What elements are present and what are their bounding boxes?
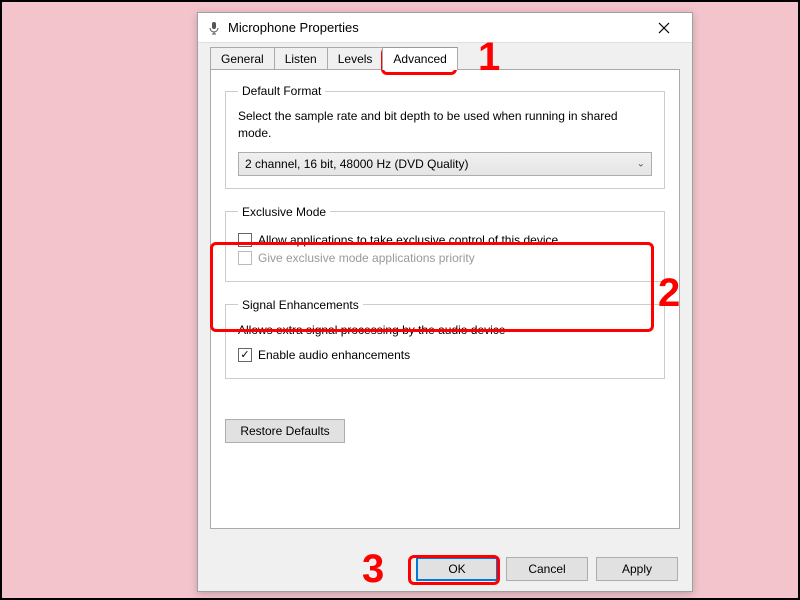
tab-general[interactable]: General bbox=[210, 47, 275, 70]
chevron-down-icon: ⌄ bbox=[637, 158, 645, 169]
signal-enhancements-description: Allows extra signal processing by the au… bbox=[238, 322, 652, 339]
checkbox-row-enable-enhancements[interactable]: ✓ Enable audio enhancements bbox=[238, 348, 652, 362]
format-dropdown[interactable]: 2 channel, 16 bit, 48000 Hz (DVD Quality… bbox=[238, 152, 652, 176]
close-button[interactable] bbox=[644, 14, 684, 42]
restore-defaults-button[interactable]: Restore Defaults bbox=[225, 419, 345, 443]
group-legend-exclusive-mode: Exclusive Mode bbox=[238, 205, 330, 219]
cancel-button[interactable]: Cancel bbox=[506, 557, 588, 581]
checkbox-allow-exclusive[interactable] bbox=[238, 233, 252, 247]
checkbox-label-priority: Give exclusive mode applications priorit… bbox=[258, 251, 475, 265]
group-default-format: Default Format Select the sample rate an… bbox=[225, 84, 665, 189]
checkbox-row-priority: Give exclusive mode applications priorit… bbox=[238, 251, 652, 265]
microphone-properties-dialog: Microphone Properties General Listen Lev… bbox=[197, 12, 693, 592]
ok-button[interactable]: OK bbox=[416, 557, 498, 581]
dialog-button-row: OK Cancel Apply bbox=[416, 557, 678, 581]
window-title: Microphone Properties bbox=[228, 20, 644, 35]
titlebar: Microphone Properties bbox=[198, 13, 692, 43]
default-format-description: Select the sample rate and bit depth to … bbox=[238, 108, 652, 142]
annotation-number-3: 3 bbox=[362, 547, 384, 592]
tab-levels[interactable]: Levels bbox=[327, 47, 384, 70]
checkbox-label-allow-exclusive: Allow applications to take exclusive con… bbox=[258, 233, 558, 247]
group-exclusive-mode: Exclusive Mode Allow applications to tak… bbox=[225, 205, 665, 282]
tab-advanced[interactable]: Advanced bbox=[382, 47, 457, 70]
group-legend-signal-enhancements: Signal Enhancements bbox=[238, 298, 363, 312]
checkbox-enable-enhancements[interactable]: ✓ bbox=[238, 348, 252, 362]
checkbox-label-enable-enhancements: Enable audio enhancements bbox=[258, 348, 410, 362]
tab-strip: General Listen Levels Advanced bbox=[198, 43, 692, 70]
close-icon bbox=[658, 22, 670, 34]
tab-listen[interactable]: Listen bbox=[274, 47, 328, 70]
checkbox-row-allow-exclusive[interactable]: Allow applications to take exclusive con… bbox=[238, 233, 652, 247]
group-legend-default-format: Default Format bbox=[238, 84, 325, 98]
checkbox-priority bbox=[238, 251, 252, 265]
format-dropdown-value: 2 channel, 16 bit, 48000 Hz (DVD Quality… bbox=[245, 157, 468, 171]
microphone-icon bbox=[206, 20, 222, 36]
apply-button[interactable]: Apply bbox=[596, 557, 678, 581]
group-signal-enhancements: Signal Enhancements Allows extra signal … bbox=[225, 298, 665, 380]
tab-content-advanced: Default Format Select the sample rate an… bbox=[210, 69, 680, 529]
